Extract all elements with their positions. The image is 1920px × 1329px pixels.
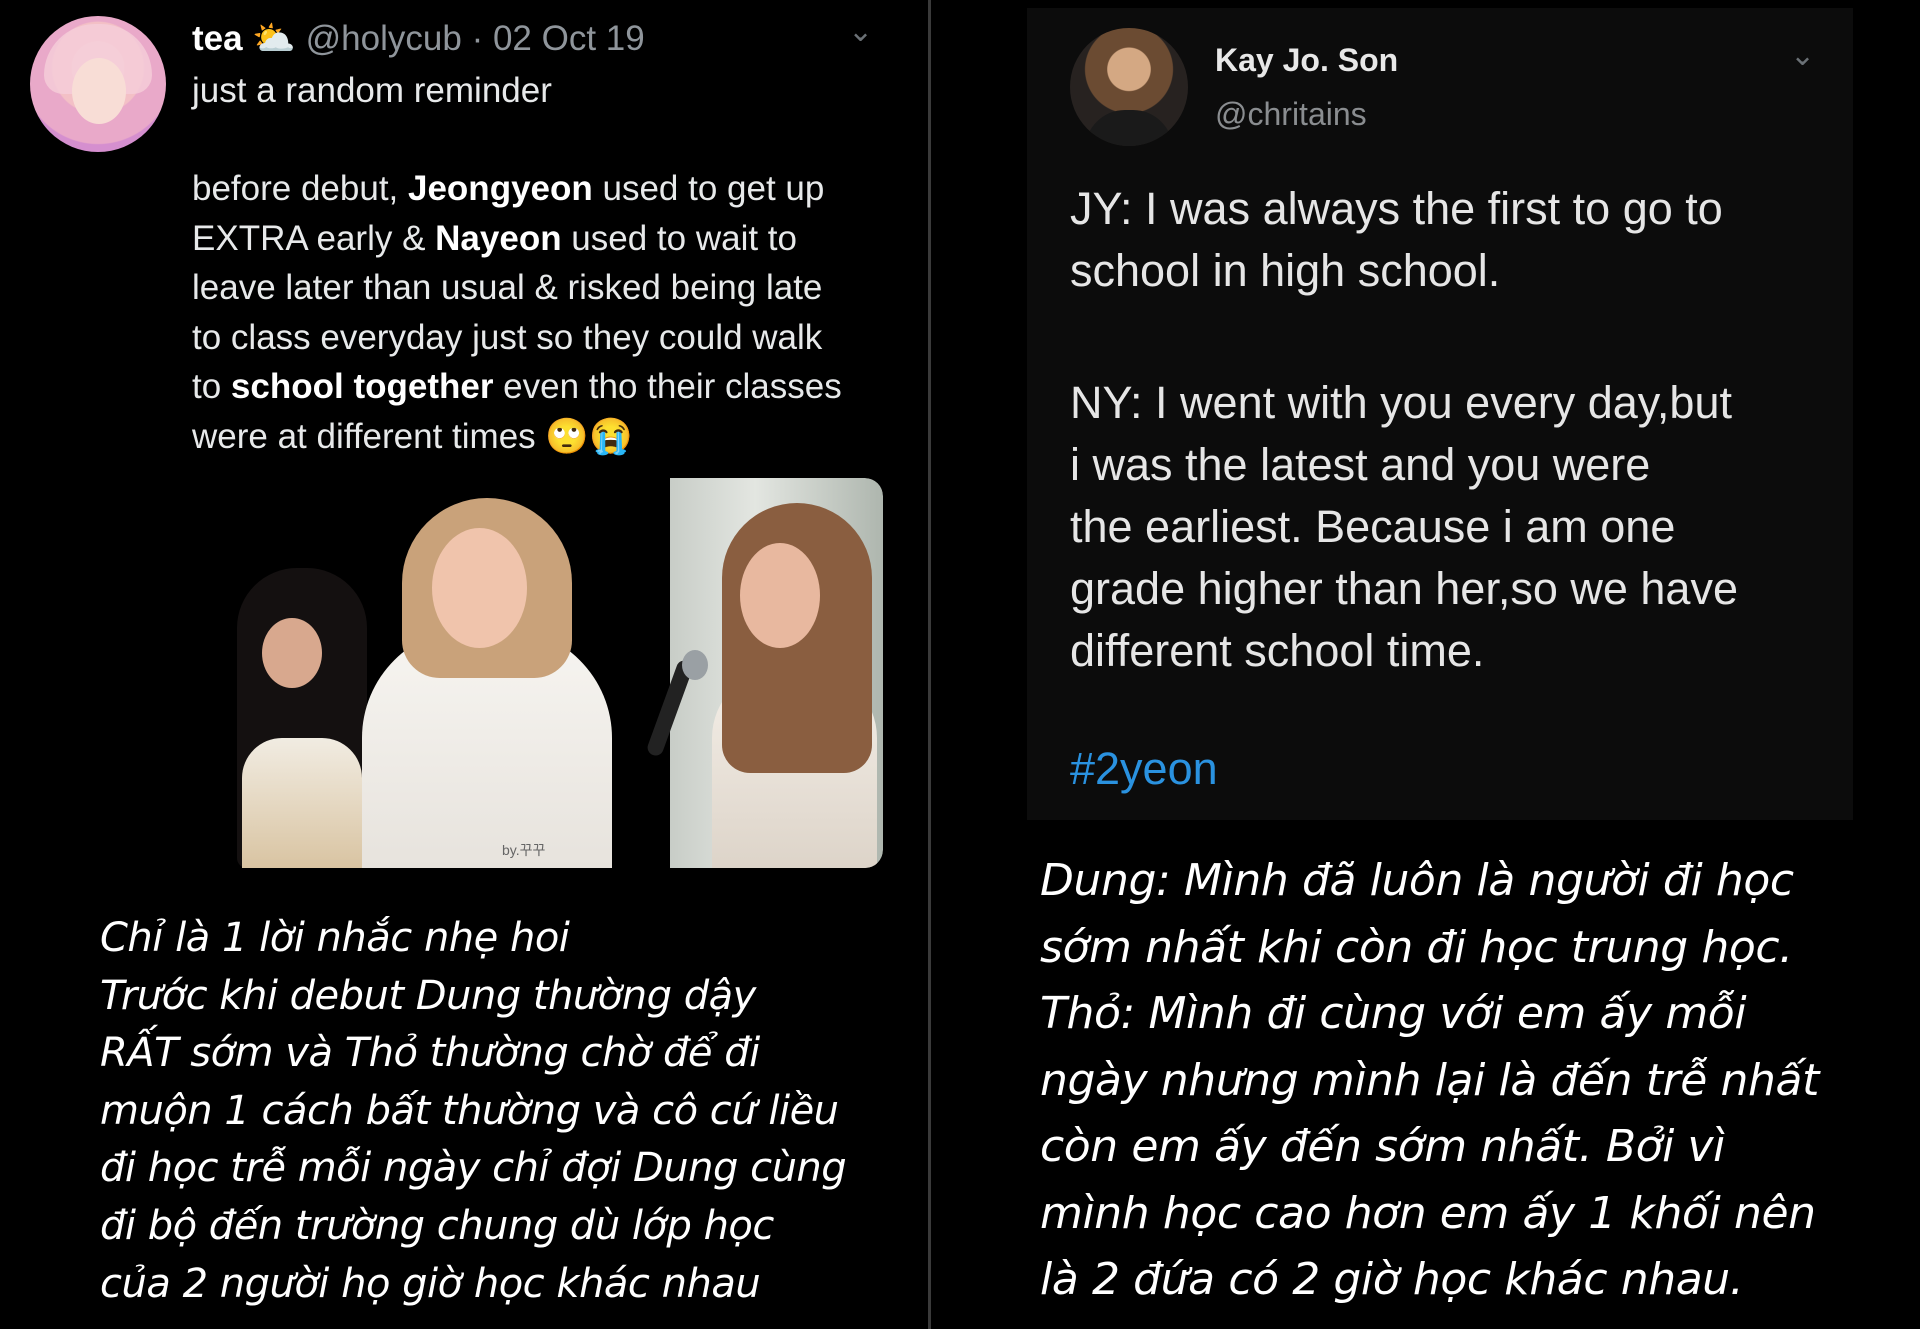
caption-line: của 2 người họ giờ học khác nhau [100, 1260, 761, 1307]
photo-watermark: by.꾸꾸 [502, 842, 546, 858]
body-line: were at different times 🙄😭 [192, 416, 633, 456]
avatar-shirt [1085, 110, 1173, 146]
microphone-head [682, 650, 708, 680]
tweet-body: before debut, Jeongyeon used to get up E… [192, 164, 842, 461]
display-name[interactable]: Kay Jo. Son [1215, 42, 1398, 79]
caption-line: mình học cao hơn em ấy 1 khối nên [1040, 1187, 1816, 1239]
left-tweet-header: tea ⛅ @holycub · 02 Oct 19 [192, 18, 645, 60]
left-screenshot-panel: tea ⛅ @holycub · 02 Oct 19 ⌄ just a rand… [0, 0, 928, 1329]
chevron-down-icon[interactable]: ⌄ [1790, 38, 1815, 73]
tweet-date[interactable]: 02 Oct 19 [493, 19, 645, 58]
caption-line: đi học trễ mỗi ngày chỉ đợi Dung cùng [100, 1145, 847, 1192]
tweet-body: JY: I was always the first to go to scho… [1070, 178, 1738, 682]
person-2-face [432, 528, 527, 648]
tea-avatar[interactable] [30, 16, 166, 152]
body-line: school in high school. [1070, 245, 1501, 296]
avatar-face [72, 58, 126, 124]
left-vietnamese-caption: Chỉ là 1 lời nhắc nhẹ hoi Trước khi debu… [100, 910, 847, 1313]
person-1-face [262, 618, 322, 688]
body-line: EXTRA early & Nayeon used to wait to [192, 218, 797, 258]
tweet-photo[interactable]: by.꾸꾸 [192, 478, 883, 868]
body-line: different school time. [1070, 625, 1485, 676]
caption-line: RẤT sớm và Thỏ thường chờ để đi [100, 1030, 760, 1077]
kay-avatar[interactable] [1070, 28, 1188, 146]
caption-line: Dung: Mình đã luôn là người đi học [1040, 855, 1794, 906]
user-handle[interactable]: @holycub [306, 19, 462, 58]
caption-line: còn em ấy đến sớm nhất. Bởi vì [1040, 1121, 1725, 1172]
caption-line: muộn 1 cách bất thường và cô cứ liều [100, 1087, 839, 1134]
caption-line: là 2 đứa có 2 giờ học khác nhau. [1040, 1254, 1744, 1305]
hashtag-link[interactable]: #2yeon [1070, 743, 1218, 795]
body-line: JY: I was always the first to go to [1070, 183, 1723, 234]
separator-dot: · [471, 19, 484, 58]
weather-emoji-icon: ⛅ [252, 19, 296, 58]
body-line: leave later than usual & risked being la… [192, 268, 823, 307]
caption-line: Thỏ: Mình đi cùng với em ấy mỗi [1040, 988, 1747, 1039]
caption-line: sớm nhất khi còn đi học trung học. [1040, 921, 1793, 973]
caption-line: Chỉ là 1 lời nhắc nhẹ hoi [100, 915, 570, 961]
chevron-down-icon[interactable]: ⌄ [848, 14, 873, 49]
caption-line: đi bộ đến trường chung dù lớp học [100, 1202, 774, 1249]
body-line: to class everyday just so they could wal… [192, 317, 823, 357]
body-line [1070, 302, 1738, 372]
body-line: the earliest. Because i am one [1070, 501, 1676, 552]
body-line: to school together even tho their classe… [192, 367, 842, 406]
person-3-face [740, 543, 820, 648]
body-line: i was the latest and you were [1070, 439, 1651, 490]
caption-line: ngày nhưng mình lại là đến trễ nhất [1040, 1054, 1819, 1106]
emoji-icons: 🙄😭 [545, 416, 633, 456]
tweet-first-line: just a random reminder [192, 71, 552, 110]
right-vietnamese-caption: Dung: Mình đã luôn là người đi học sớm n… [1040, 848, 1819, 1314]
display-name[interactable]: tea [192, 19, 243, 58]
body-line: grade higher than her,so we have [1070, 563, 1738, 614]
body-line: NY: I went with you every day,but [1070, 377, 1732, 428]
caption-line: Trước khi debut Dung thường dậy [100, 972, 756, 1019]
person-1-dress [242, 738, 362, 868]
body-line: before debut, Jeongyeon used to get up [192, 169, 825, 208]
user-handle[interactable]: @chritains [1215, 96, 1367, 133]
